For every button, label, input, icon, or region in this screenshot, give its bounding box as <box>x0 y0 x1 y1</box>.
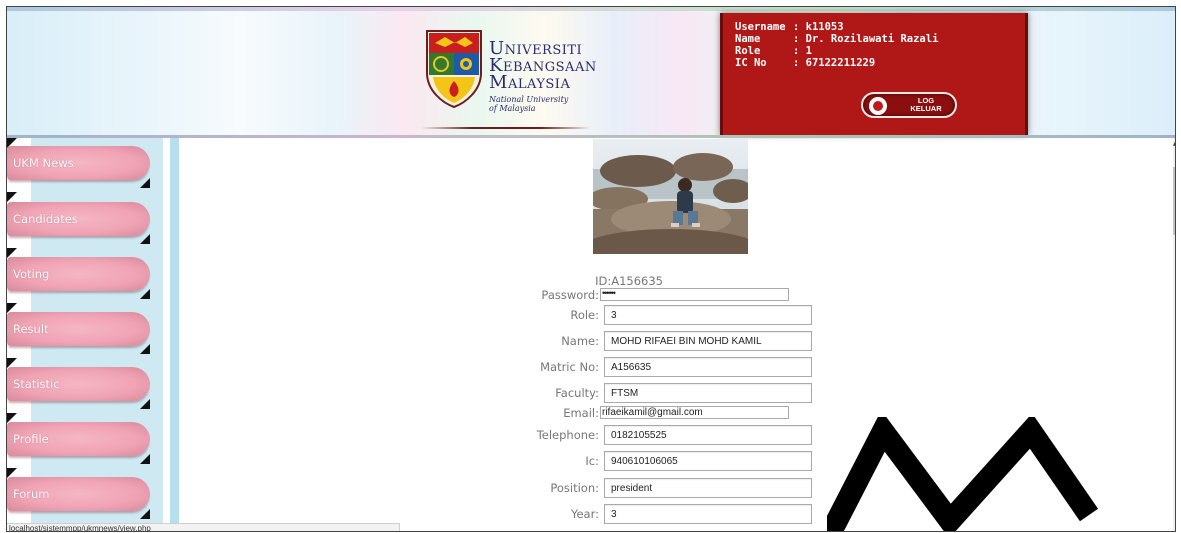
user-info-panel: Username : k11053 Name : Dr. Rozilawati Ra… <box>720 13 1028 135</box>
logout-button[interactable]: LOG KELUAR <box>861 92 957 118</box>
scroll-up-icon[interactable]: ▲ <box>1173 141 1175 147</box>
browser-status-bar: localhost/sistemmpp/ukmnews/view.php <box>7 523 400 531</box>
telephone-label: Telephone: <box>536 428 599 442</box>
name-value: : Dr. Rozilawati Razali <box>793 33 939 45</box>
sidebar-item-label: Voting <box>13 267 50 281</box>
matric-no-label: Matric No: <box>540 360 599 374</box>
matric-no-field[interactable]: A156635 <box>604 357 812 377</box>
corner-triangle-icon <box>140 509 150 519</box>
sidebar-item-label: UKM News <box>13 156 74 170</box>
logo-word: NIVERSITI <box>504 43 583 58</box>
scrollbar-thumb[interactable] <box>1173 167 1175 235</box>
position-field[interactable]: president <box>604 478 812 498</box>
profile-photo-image <box>593 139 748 254</box>
name-label: Name: <box>561 334 599 348</box>
ic-label: Ic: <box>585 454 599 468</box>
sidebar-item-result[interactable]: Result <box>7 312 152 350</box>
watermark <box>827 417 1099 531</box>
sidebar-item-forum[interactable]: Forum <box>7 477 152 515</box>
sidebar-item-label: Statistic <box>13 377 60 391</box>
logo-subtitle: National University <box>489 95 569 104</box>
logout-label: LOG KELUAR <box>901 97 951 113</box>
corner-triangle-icon <box>140 454 150 464</box>
app-window: UNIVERSITI KEBANGSAAN MALAYSIA National … <box>6 6 1176 532</box>
sidebar-item-label: Result <box>13 322 49 336</box>
sidebar-divider <box>170 138 179 531</box>
username-value: : k11053 <box>793 21 844 33</box>
user-details: Username : k11053 Name : Dr. Rozilawati Ra… <box>735 21 938 69</box>
telephone-field[interactable]: 0182105525 <box>604 425 812 445</box>
profile-photo <box>593 139 748 254</box>
corner-triangle-icon <box>140 289 150 299</box>
corner-triangle-icon <box>140 234 150 244</box>
sidebar-item-profile[interactable]: Profile <box>7 422 152 460</box>
ic-label: IC No <box>735 57 767 69</box>
role-label: Role <box>735 45 761 57</box>
sidebar-item-candidates[interactable]: Candidates <box>7 202 152 240</box>
corner-triangle-icon <box>140 344 150 354</box>
username-label: Username <box>735 21 786 33</box>
ic-field[interactable]: 940610106065 <box>604 451 812 471</box>
power-icon <box>869 97 887 115</box>
page-header: UNIVERSITI KEBANGSAAN MALAYSIA National … <box>7 7 1175 138</box>
role-value: : 1 <box>793 45 812 57</box>
role-label: Role: <box>570 308 599 322</box>
password-label: Password: <box>541 288 599 302</box>
logout-label-line2: KELUAR <box>910 104 942 113</box>
corner-triangle-icon <box>140 178 150 188</box>
role-field[interactable]: 3 <box>604 305 812 325</box>
password-field[interactable]: •••••• <box>600 288 789 301</box>
email-label: Email: <box>563 406 599 420</box>
faculty-field[interactable]: FTSM <box>604 383 812 403</box>
id-label: ID: <box>595 274 612 288</box>
logo-word: ALAYSIA <box>507 77 571 92</box>
sidebar-item-voting[interactable]: Voting <box>7 257 152 295</box>
corner-triangle-icon <box>7 192 17 202</box>
faculty-label: Faculty: <box>555 386 599 400</box>
logo-letter: M <box>489 72 508 93</box>
position-label: Position: <box>550 481 599 495</box>
header-bottom-border <box>7 135 1175 138</box>
logo-wordmark: UNIVERSITI KEBANGSAAN MALAYSIA National … <box>489 40 597 114</box>
sidebar-item-ukm-news[interactable]: UKM News <box>7 146 152 184</box>
university-logo: UNIVERSITI KEBANGSAAN MALAYSIA National … <box>421 23 596 131</box>
year-field[interactable]: 3 <box>604 504 812 524</box>
logo-subtitle: of Malaysia <box>489 104 536 113</box>
year-label: Year: <box>570 507 599 521</box>
ic-value: : 67122211229 <box>793 57 876 69</box>
sidebar-item-label: Candidates <box>13 212 78 226</box>
sidebar-item-label: Forum <box>13 487 50 501</box>
id-value: A156635 <box>611 274 663 288</box>
sidebar: UKM News Candidates Voting Result Statis… <box>7 138 172 531</box>
sidebar-item-statistic[interactable]: Statistic <box>7 367 152 405</box>
sidebar-item-label: Profile <box>13 432 49 446</box>
logo-word: EBANGSAAN <box>502 60 597 75</box>
name-field[interactable]: MOHD RIFAEI BIN MOHD KAMIL <box>604 331 812 351</box>
profile-id: ID:A156635 <box>457 274 663 288</box>
email-field[interactable]: rifaeikamil@gmail.com <box>600 406 789 419</box>
header-top-border <box>7 7 1175 11</box>
logo-underline <box>421 127 591 129</box>
crest-icon <box>426 30 482 109</box>
corner-triangle-icon <box>140 399 150 409</box>
name-label: Name <box>735 33 761 45</box>
